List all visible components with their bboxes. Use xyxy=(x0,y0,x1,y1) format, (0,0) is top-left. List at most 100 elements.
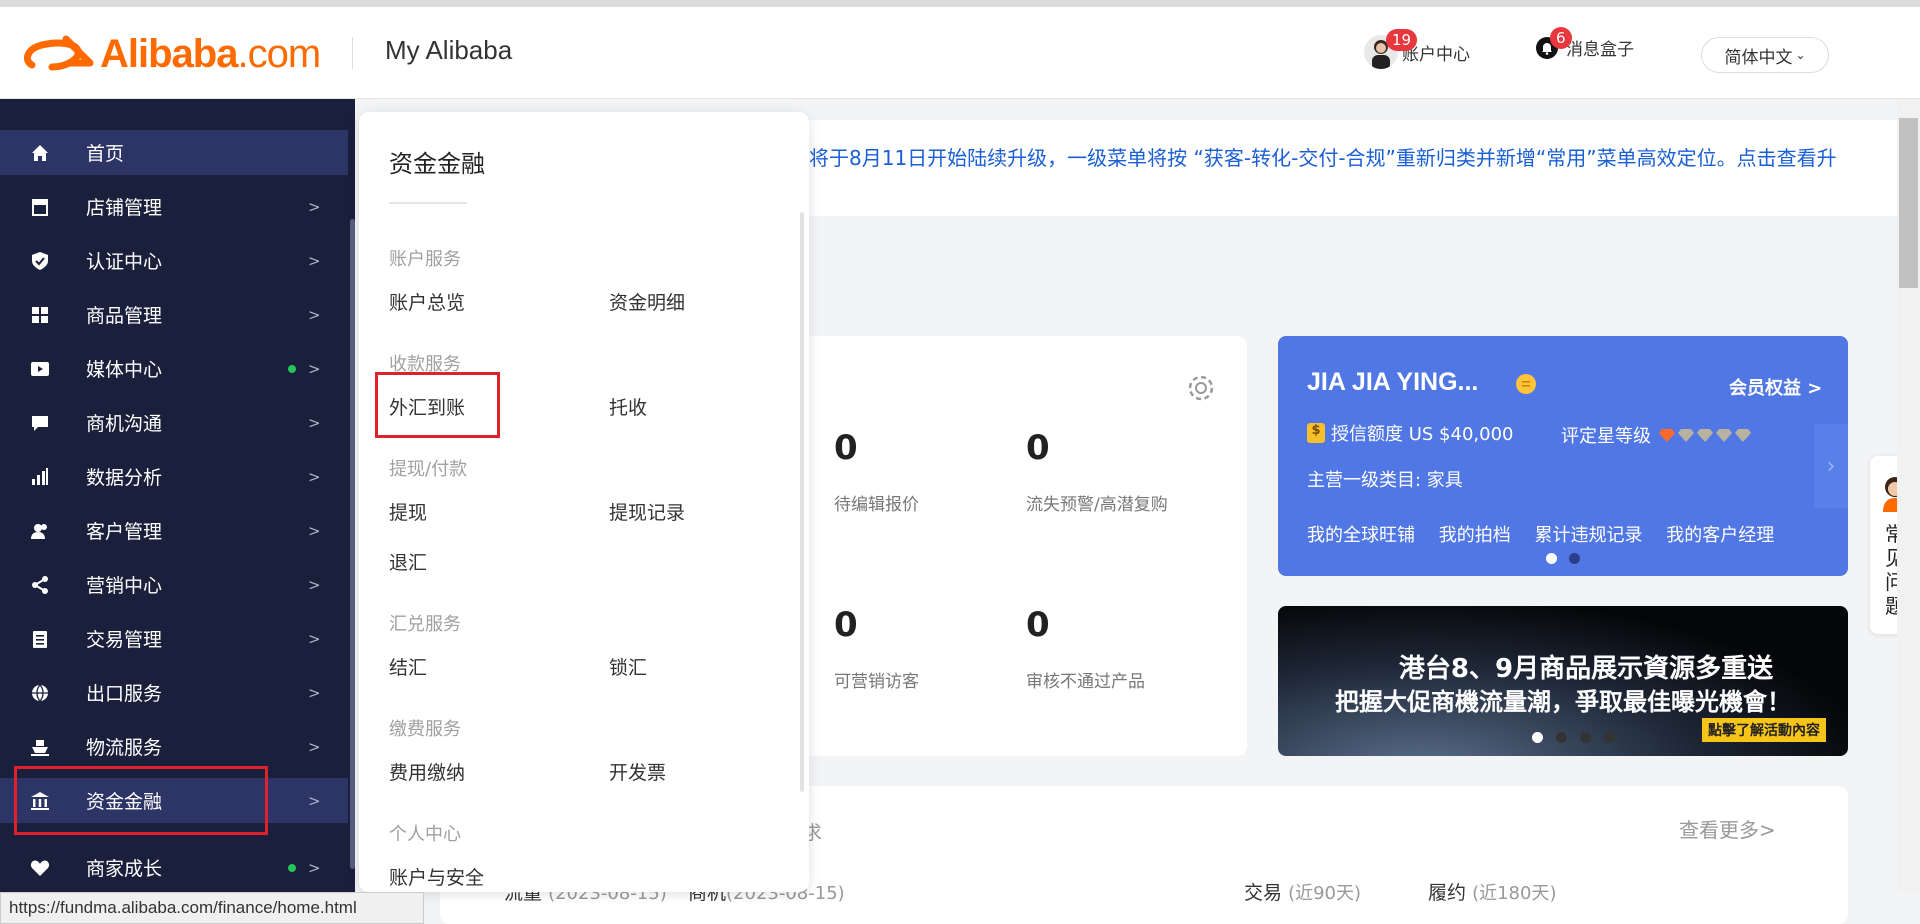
trade-label: 交易 (近90天) xyxy=(1244,878,1361,905)
share-icon xyxy=(29,574,51,596)
member-rights-link[interactable]: 会员权益 > xyxy=(1729,374,1822,400)
chevron-right-icon: > xyxy=(308,858,321,877)
member-link-store[interactable]: 我的全球旺铺 xyxy=(1307,525,1415,546)
store-icon xyxy=(29,196,51,218)
sidebar-item-products[interactable]: 商品管理 > xyxy=(0,292,348,337)
users-icon xyxy=(29,520,51,542)
sidebar-item-media[interactable]: 媒体中心 > xyxy=(0,346,348,391)
flyout-scrollbar[interactable] xyxy=(800,212,804,792)
flyout-section-payment: 缴费服务 xyxy=(389,719,461,740)
stat-value[interactable]: 0 xyxy=(834,428,858,468)
sidebar-item-store[interactable]: 店铺管理 > xyxy=(0,184,348,229)
stat-label: 流失预警/高潜复购 xyxy=(1026,495,1168,515)
diamond-icon-empty xyxy=(1678,429,1694,442)
member-link-partner[interactable]: 我的拍档 xyxy=(1439,525,1511,546)
flyout-link-settlement[interactable]: 结汇 xyxy=(389,653,427,680)
flyout-link-withdraw[interactable]: 提现 xyxy=(389,498,427,525)
flyout-link-fund-details[interactable]: 资金明细 xyxy=(609,288,685,315)
chevron-down-icon: ⌄ xyxy=(1795,48,1806,62)
flyout-divider xyxy=(389,202,467,204)
member-link-violations[interactable]: 累计违规记录 xyxy=(1534,525,1642,546)
rating-gems xyxy=(1659,428,1751,442)
highlight-box-finance xyxy=(14,766,268,835)
chevron-right-icon: > xyxy=(308,629,321,648)
flyout-section-personal: 个人中心 xyxy=(389,824,461,845)
sidebar-item-export[interactable]: 出口服务 > xyxy=(0,670,348,715)
chevron-right-icon: > xyxy=(308,197,321,216)
highlight-box-fx-receipt xyxy=(375,372,500,438)
logo-domain: .com xyxy=(237,31,321,76)
flyout-link-invoice[interactable]: 开发票 xyxy=(609,758,666,785)
credit-limit: $ 授信额度 US $40,000 xyxy=(1307,420,1513,446)
flyout-link-account-security[interactable]: 账户与安全 xyxy=(389,863,484,890)
language-select[interactable]: 简体中文 ⌄ xyxy=(1701,37,1829,73)
banner-headline: 港台8、9月商品展示資源多重送 xyxy=(1398,654,1774,684)
sidebar-item-label: 出口服务 xyxy=(86,683,163,705)
carousel-next-button[interactable]: › xyxy=(1814,424,1848,508)
sidebar-item-label: 客户管理 xyxy=(86,521,163,543)
sidebar-item-business-chat[interactable]: 商机沟通 > xyxy=(0,400,348,445)
sidebar-item-label: 商机沟通 xyxy=(86,413,163,435)
sidebar-item-marketing[interactable]: 营销中心 > xyxy=(0,562,348,607)
alibaba-logo-mark-icon xyxy=(22,31,100,77)
flyout-section-account: 账户服务 xyxy=(389,249,461,270)
new-dot xyxy=(288,863,296,872)
gear-icon[interactable] xyxy=(1186,373,1216,407)
credit-limit-text: 授信额度 US $40,000 xyxy=(1331,424,1514,445)
chevron-right-icon: > xyxy=(308,791,321,810)
stat-label: 可营销访客 xyxy=(834,672,919,692)
fulfillment-note: (近180天) xyxy=(1472,883,1557,904)
banner-dots[interactable] xyxy=(1532,732,1615,743)
flyout-link-refund[interactable]: 退汇 xyxy=(389,548,427,575)
chevron-right-icon: > xyxy=(308,305,321,324)
dollar-badge-icon: $ xyxy=(1307,423,1325,443)
stat-value[interactable]: 0 xyxy=(1026,605,1050,645)
member-link-manager[interactable]: 我的客户经理 xyxy=(1666,525,1774,546)
account-center-button[interactable]: 19 账户中心 xyxy=(1364,29,1470,69)
diamond-icon-empty xyxy=(1716,429,1732,442)
promo-banner[interactable]: 港台8、9月商品展示資源多重送 把握大促商機流量潮，爭取最佳曝光機會！ 點擊了解… xyxy=(1278,606,1848,756)
alibaba-logo[interactable]: Alibaba.com xyxy=(22,31,321,77)
stats-card xyxy=(809,336,1247,756)
chevron-right-icon: > xyxy=(308,359,321,378)
language-label: 简体中文 xyxy=(1724,47,1793,68)
grid-icon xyxy=(29,304,51,326)
flyout-title: 资金金融 xyxy=(389,150,485,178)
sidebar-item-logistics[interactable]: 物流服务 > xyxy=(0,724,348,769)
stat-value[interactable]: 0 xyxy=(1026,428,1050,468)
flyout-link-fee-payment[interactable]: 费用缴纳 xyxy=(389,758,465,785)
finance-flyout-menu: 资金金融 账户服务 账户总览 资金明细 收款服务 外汇到账 托收 提现/付款 提… xyxy=(359,112,809,892)
notice-text: 将于8月11日开始陆续升级，一级菜单将按 “获客-转化-交付-合规”重新归类并新… xyxy=(809,146,1837,170)
star-rating: 评定星等级 xyxy=(1561,422,1751,448)
sidebar-item-certification[interactable]: 认证中心 > xyxy=(0,238,348,283)
sidebar-item-growth[interactable]: 商家成长 > xyxy=(0,845,348,890)
member-card: JIA JIA YING... 会员权益 > $ 授信额度 US $40,000… xyxy=(1278,336,1848,576)
flyout-link-collection[interactable]: 托收 xyxy=(609,393,647,420)
page-scrollbar-thumb[interactable] xyxy=(1899,118,1918,288)
flyout-link-withdraw-history[interactable]: 提现记录 xyxy=(609,498,685,525)
sidebar-item-label: 首页 xyxy=(86,143,125,165)
sidebar-item-home[interactable]: 首页 xyxy=(0,130,348,175)
sidebar-item-analytics[interactable]: 数据分析 > xyxy=(0,454,348,499)
sidebar-item-customers[interactable]: 客户管理 > xyxy=(0,508,348,553)
fulfillment-label-text: 履约 xyxy=(1428,882,1467,904)
message-box-button[interactable]: 6 消息盒子 xyxy=(1536,27,1634,60)
view-more-link[interactable]: 查看更多> xyxy=(1679,814,1776,843)
stat-value[interactable]: 0 xyxy=(834,605,858,645)
sidebar-item-label: 店铺管理 xyxy=(86,197,163,219)
sidebar-item-label: 认证中心 xyxy=(86,251,163,273)
flyout-link-account-overview[interactable]: 账户总览 xyxy=(389,288,465,315)
gold-coin-icon xyxy=(1516,374,1536,394)
chevron-right-icon: > xyxy=(308,413,321,432)
sidebar-item-trade[interactable]: 交易管理 > xyxy=(0,616,348,661)
chevron-right-icon: › xyxy=(1826,453,1836,479)
page-title: My Alibaba xyxy=(385,35,513,65)
chevron-right-icon: > xyxy=(308,737,321,756)
sidebar-scrollbar[interactable] xyxy=(350,219,355,869)
notice-banner[interactable]: 将于8月11日开始陆续升级，一级菜单将按 “获客-转化-交付-合规”重新归类并新… xyxy=(809,120,1899,216)
banner-cta[interactable]: 點擊了解活動內容 xyxy=(1702,718,1826,742)
carousel-dots[interactable] xyxy=(1546,553,1580,564)
stat-label: 审核不通过产品 xyxy=(1026,672,1145,692)
chevron-right-icon: > xyxy=(308,683,321,702)
flyout-link-rate-lock[interactable]: 锁汇 xyxy=(609,653,647,680)
